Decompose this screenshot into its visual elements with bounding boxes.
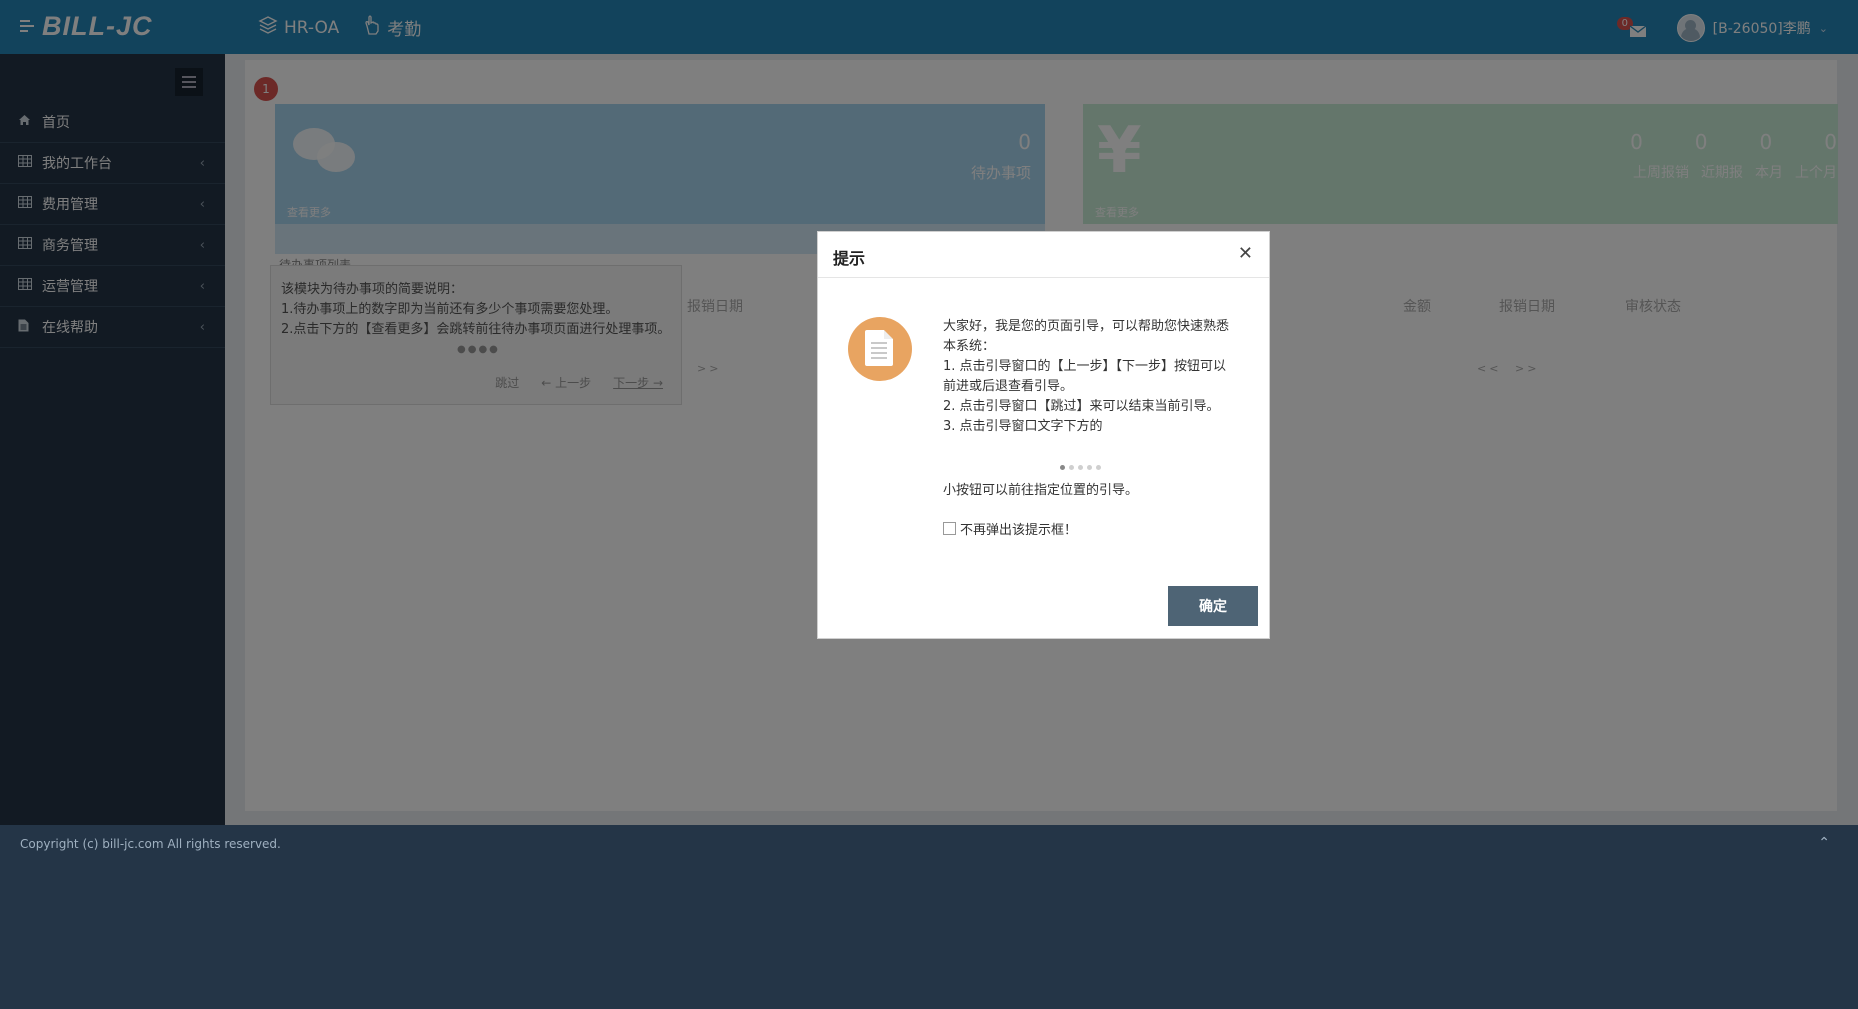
modal-message: 大家好，我是您的页面引导，可以帮助您快速熟悉本系统： 1. 点击引导窗口的【上一… [943, 317, 1233, 437]
modal-paragraph: 小按钮可以前往指定位置的引导。 [943, 483, 1139, 498]
confirm-button[interactable]: 确定 [1168, 586, 1258, 626]
copyright-text: Copyright (c) bill-jc.com All rights res… [20, 837, 281, 851]
close-icon[interactable]: ✕ [1238, 243, 1253, 264]
checkbox-box[interactable] [943, 522, 956, 535]
page-footer: Copyright (c) bill-jc.com All rights res… [0, 825, 1858, 1009]
modal-header: 提示 ✕ [818, 232, 1269, 278]
modal-paragraph: 1. 点击引导窗口的【上一步】【下一步】按钮可以前进或后退查看引导。 [943, 359, 1227, 394]
guide-step-dots[interactable] [1060, 465, 1101, 470]
modal-paragraph: 3. 点击引导窗口文字下方的 [943, 419, 1103, 434]
modal-paragraph: 2. 点击引导窗口【跳过】来可以结束当前引导。 [943, 399, 1220, 414]
modal-title: 提示 [833, 249, 866, 268]
guide-intro-modal: 提示 ✕ 大家好，我是您的页面引导，可以帮助您快速熟悉本系统： 1. 点击引导窗… [817, 231, 1270, 639]
modal-paragraph: 大家好，我是您的页面引导，可以帮助您快速熟悉本系统： [943, 319, 1230, 354]
chevron-up-icon[interactable]: ⌃ [1818, 835, 1830, 851]
dont-show-again-checkbox[interactable]: 不再弹出该提示框！ [943, 519, 1077, 538]
checkbox-label: 不再弹出该提示框！ [960, 523, 1078, 538]
document-icon [848, 317, 912, 381]
